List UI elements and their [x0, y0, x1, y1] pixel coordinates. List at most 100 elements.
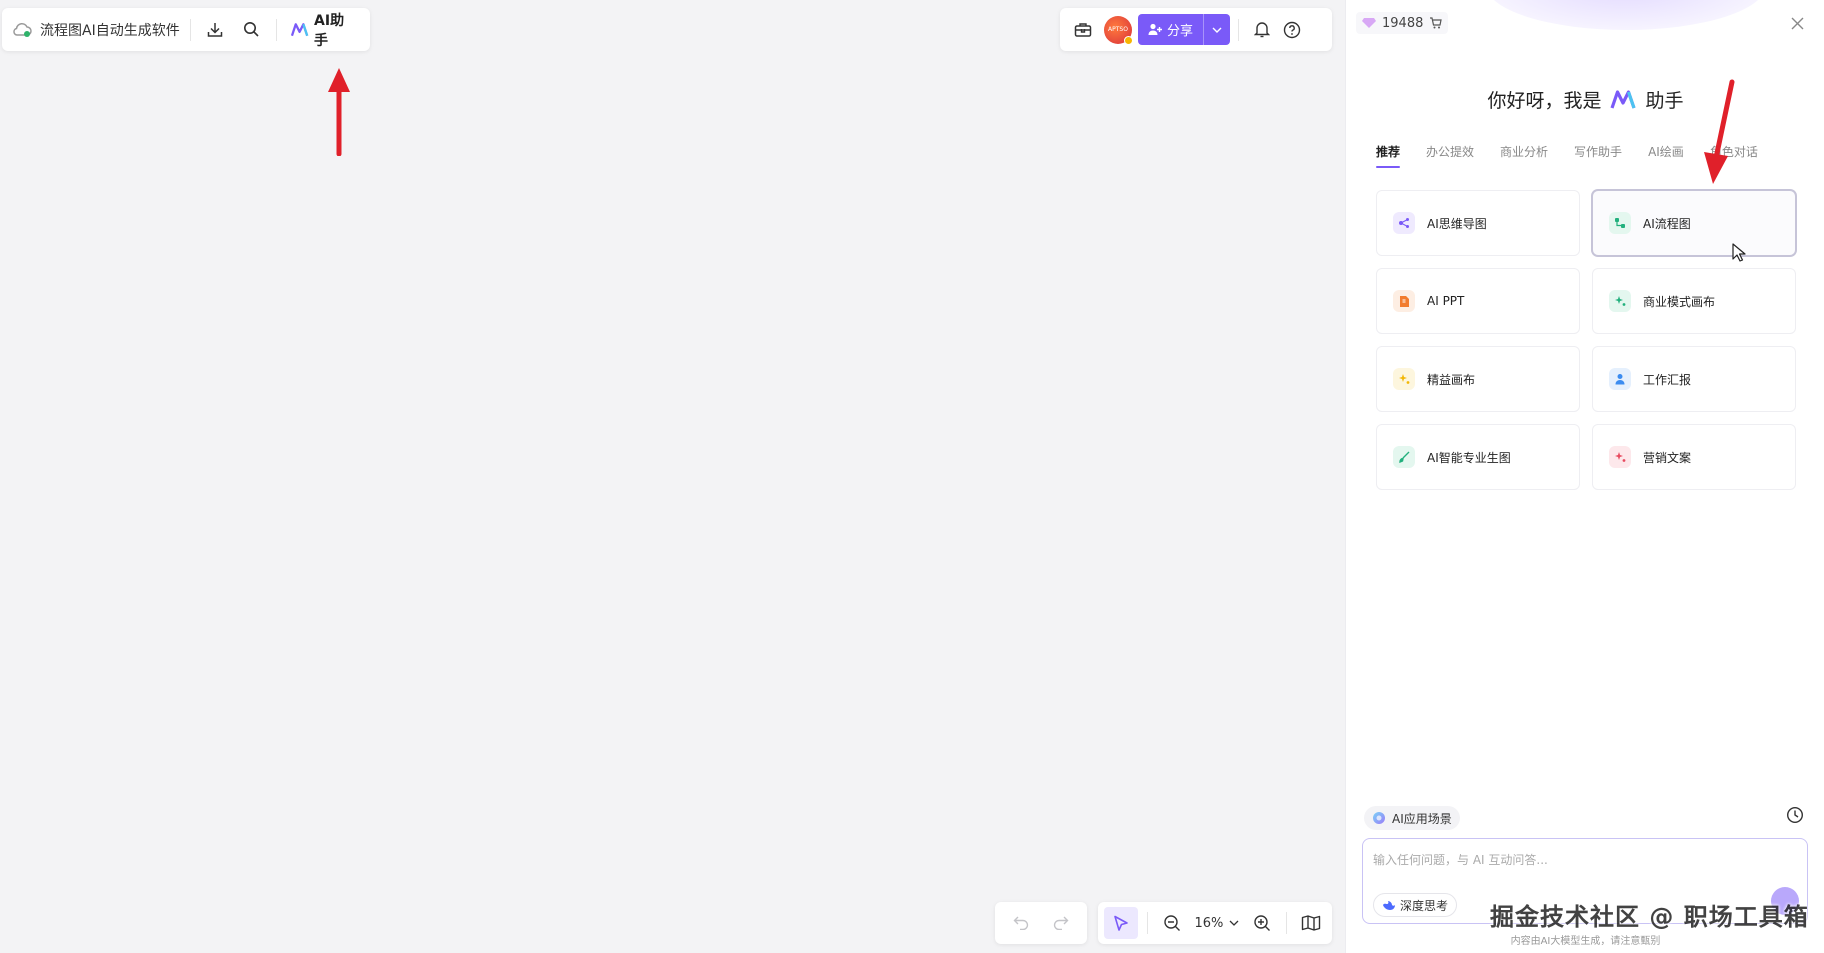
- gem-icon: [1362, 18, 1376, 28]
- ppt-icon: [1393, 290, 1415, 312]
- greeting-suffix: 助手: [1645, 90, 1684, 112]
- sparkle-icon: [1609, 446, 1631, 468]
- tile-ai-flowchart[interactable]: AI流程图: [1592, 190, 1796, 256]
- tile-ai-mindmap[interactable]: AI思维导图: [1376, 190, 1580, 256]
- tile-label: AI智能专业生图: [1427, 450, 1511, 465]
- whale-icon: [1383, 900, 1395, 910]
- tab-writing[interactable]: 写作助手: [1574, 143, 1622, 160]
- share-dropdown[interactable]: [1203, 14, 1230, 45]
- clock-icon: [1786, 806, 1804, 824]
- scene-label: AI应用场景: [1392, 811, 1452, 826]
- ai-logo-icon: [290, 22, 309, 36]
- top-left-toolbar: 流程图AI自动生成软件 AI助手: [2, 8, 370, 51]
- ai-disclaimer: 内容由AI大模型生成，请注意甄别: [1510, 936, 1661, 947]
- flowchart-icon: [1609, 212, 1631, 234]
- divider: [1285, 912, 1287, 934]
- share-button[interactable]: 分享: [1138, 14, 1231, 45]
- whiteboard-canvas[interactable]: [0, 0, 1345, 953]
- document-title[interactable]: 流程图AI自动生成软件: [40, 20, 180, 40]
- tile-label: 精益画布: [1427, 372, 1476, 387]
- zoom-level: 16%: [1194, 915, 1224, 931]
- tile-marketing-copy[interactable]: 营销文案: [1592, 424, 1796, 490]
- map-view-button[interactable]: [1296, 908, 1326, 938]
- history-toolbar: [995, 902, 1087, 944]
- avatar[interactable]: APTSO: [1104, 15, 1133, 45]
- chevron-down-icon: [1229, 920, 1239, 926]
- category-tabs: 推荐 办公提效 商业分析 写作助手 AI绘画 角色对话: [1376, 143, 1758, 168]
- share-main[interactable]: 分享: [1138, 14, 1203, 45]
- ai-assistant-label: AI助手: [314, 12, 345, 49]
- tab-recommended[interactable]: 推荐: [1376, 143, 1401, 168]
- divider: [189, 18, 191, 41]
- chevron-down-icon: [1212, 27, 1222, 33]
- credits-count: 19488: [1382, 15, 1424, 31]
- zoom-in-icon: [1253, 915, 1270, 931]
- book-map-icon: [1301, 915, 1321, 931]
- tile-label: AI流程图: [1643, 216, 1691, 231]
- divider: [1147, 912, 1149, 934]
- credits-badge[interactable]: 19488: [1356, 12, 1449, 34]
- tile-lean-canvas[interactable]: 精益画布: [1376, 346, 1580, 412]
- tab-office[interactable]: 办公提效: [1426, 143, 1474, 160]
- tile-work-report[interactable]: 工作汇报: [1592, 346, 1796, 412]
- select-tool-button[interactable]: [1104, 907, 1138, 939]
- notifications-button[interactable]: [1247, 15, 1277, 45]
- help-button[interactable]: [1277, 15, 1307, 45]
- share-label: 分享: [1167, 24, 1194, 39]
- toolbox-icon: [1074, 22, 1092, 37]
- tile-business-model-canvas[interactable]: 商业模式画布: [1592, 268, 1796, 334]
- tile-label: 营销文案: [1643, 450, 1692, 465]
- chat-input-placeholder[interactable]: 输入任何问题，与 AI 互动问答...: [1373, 851, 1548, 868]
- zoom-level-select[interactable]: 16%: [1195, 916, 1240, 931]
- history-button[interactable]: [1786, 806, 1806, 826]
- ai-orb-icon: [1373, 812, 1385, 824]
- cloud-sync-icon: [12, 22, 32, 38]
- brush-icon: [1393, 446, 1415, 468]
- close-panel-button[interactable]: [1791, 14, 1804, 35]
- ai-logo-icon: [1609, 89, 1636, 109]
- cart-icon: [1430, 17, 1443, 29]
- sparkle-icon: [1609, 290, 1631, 312]
- person-icon: [1609, 368, 1631, 390]
- download-icon: [207, 22, 223, 37]
- top-right-toolbar: APTSO 分享: [1060, 8, 1332, 51]
- ai-assistant-panel: 19488 你好呀，我是 助手 推荐 办公提效 商业分析 写作助手 AI绘画 角…: [1345, 0, 1824, 953]
- redo-button[interactable]: [1046, 908, 1076, 938]
- tab-ai-drawing[interactable]: AI绘画: [1648, 143, 1684, 160]
- tab-business-analysis[interactable]: 商业分析: [1500, 143, 1548, 160]
- tile-ai-image-gen[interactable]: AI智能专业生图: [1376, 424, 1580, 490]
- header-glow: [1486, 0, 1766, 30]
- zoom-toolbar: 16%: [1098, 902, 1332, 944]
- tile-label: AI PPT: [1427, 294, 1465, 308]
- mindmap-icon: [1393, 212, 1415, 234]
- pointer-icon: [1114, 915, 1128, 931]
- feature-grid: AI思维导图 AI流程图 AI PPT 商业模式画布 精益画布 工作汇报 AI智…: [1376, 190, 1796, 490]
- undo-button[interactable]: [1006, 908, 1036, 938]
- greeting-prefix: 你好呀，我是: [1487, 90, 1602, 112]
- ai-scene-button[interactable]: AI应用场景: [1364, 806, 1460, 830]
- tab-role-chat[interactable]: 角色对话: [1710, 143, 1758, 160]
- search-button[interactable]: [237, 15, 266, 45]
- close-icon: [1791, 17, 1804, 30]
- zoom-in-button[interactable]: [1247, 908, 1277, 938]
- tile-ai-ppt[interactable]: AI PPT: [1376, 268, 1580, 334]
- help-icon: [1283, 21, 1301, 38]
- redo-icon: [1053, 916, 1069, 930]
- zoom-out-icon: [1164, 915, 1181, 931]
- search-icon: [244, 22, 259, 37]
- divider: [1238, 18, 1240, 41]
- sparkle-icon: [1393, 368, 1415, 390]
- add-user-icon: [1148, 23, 1162, 35]
- download-button[interactable]: [201, 15, 230, 45]
- avatar-text: APTSO: [1108, 26, 1128, 33]
- tile-label: AI思维导图: [1427, 216, 1487, 231]
- deep-think-toggle[interactable]: 深度思考: [1373, 893, 1458, 917]
- greeting: 你好呀，我是 助手: [1346, 86, 1824, 113]
- undo-icon: [1013, 916, 1029, 930]
- watermark: 掘金技术社区 @ 职场工具箱: [1490, 903, 1809, 931]
- zoom-out-button[interactable]: [1157, 908, 1187, 938]
- avatar-badge: [1124, 35, 1133, 45]
- toolbox-button[interactable]: [1068, 15, 1098, 45]
- ai-assistant-button[interactable]: AI助手: [287, 10, 360, 50]
- tile-label: 工作汇报: [1643, 372, 1692, 387]
